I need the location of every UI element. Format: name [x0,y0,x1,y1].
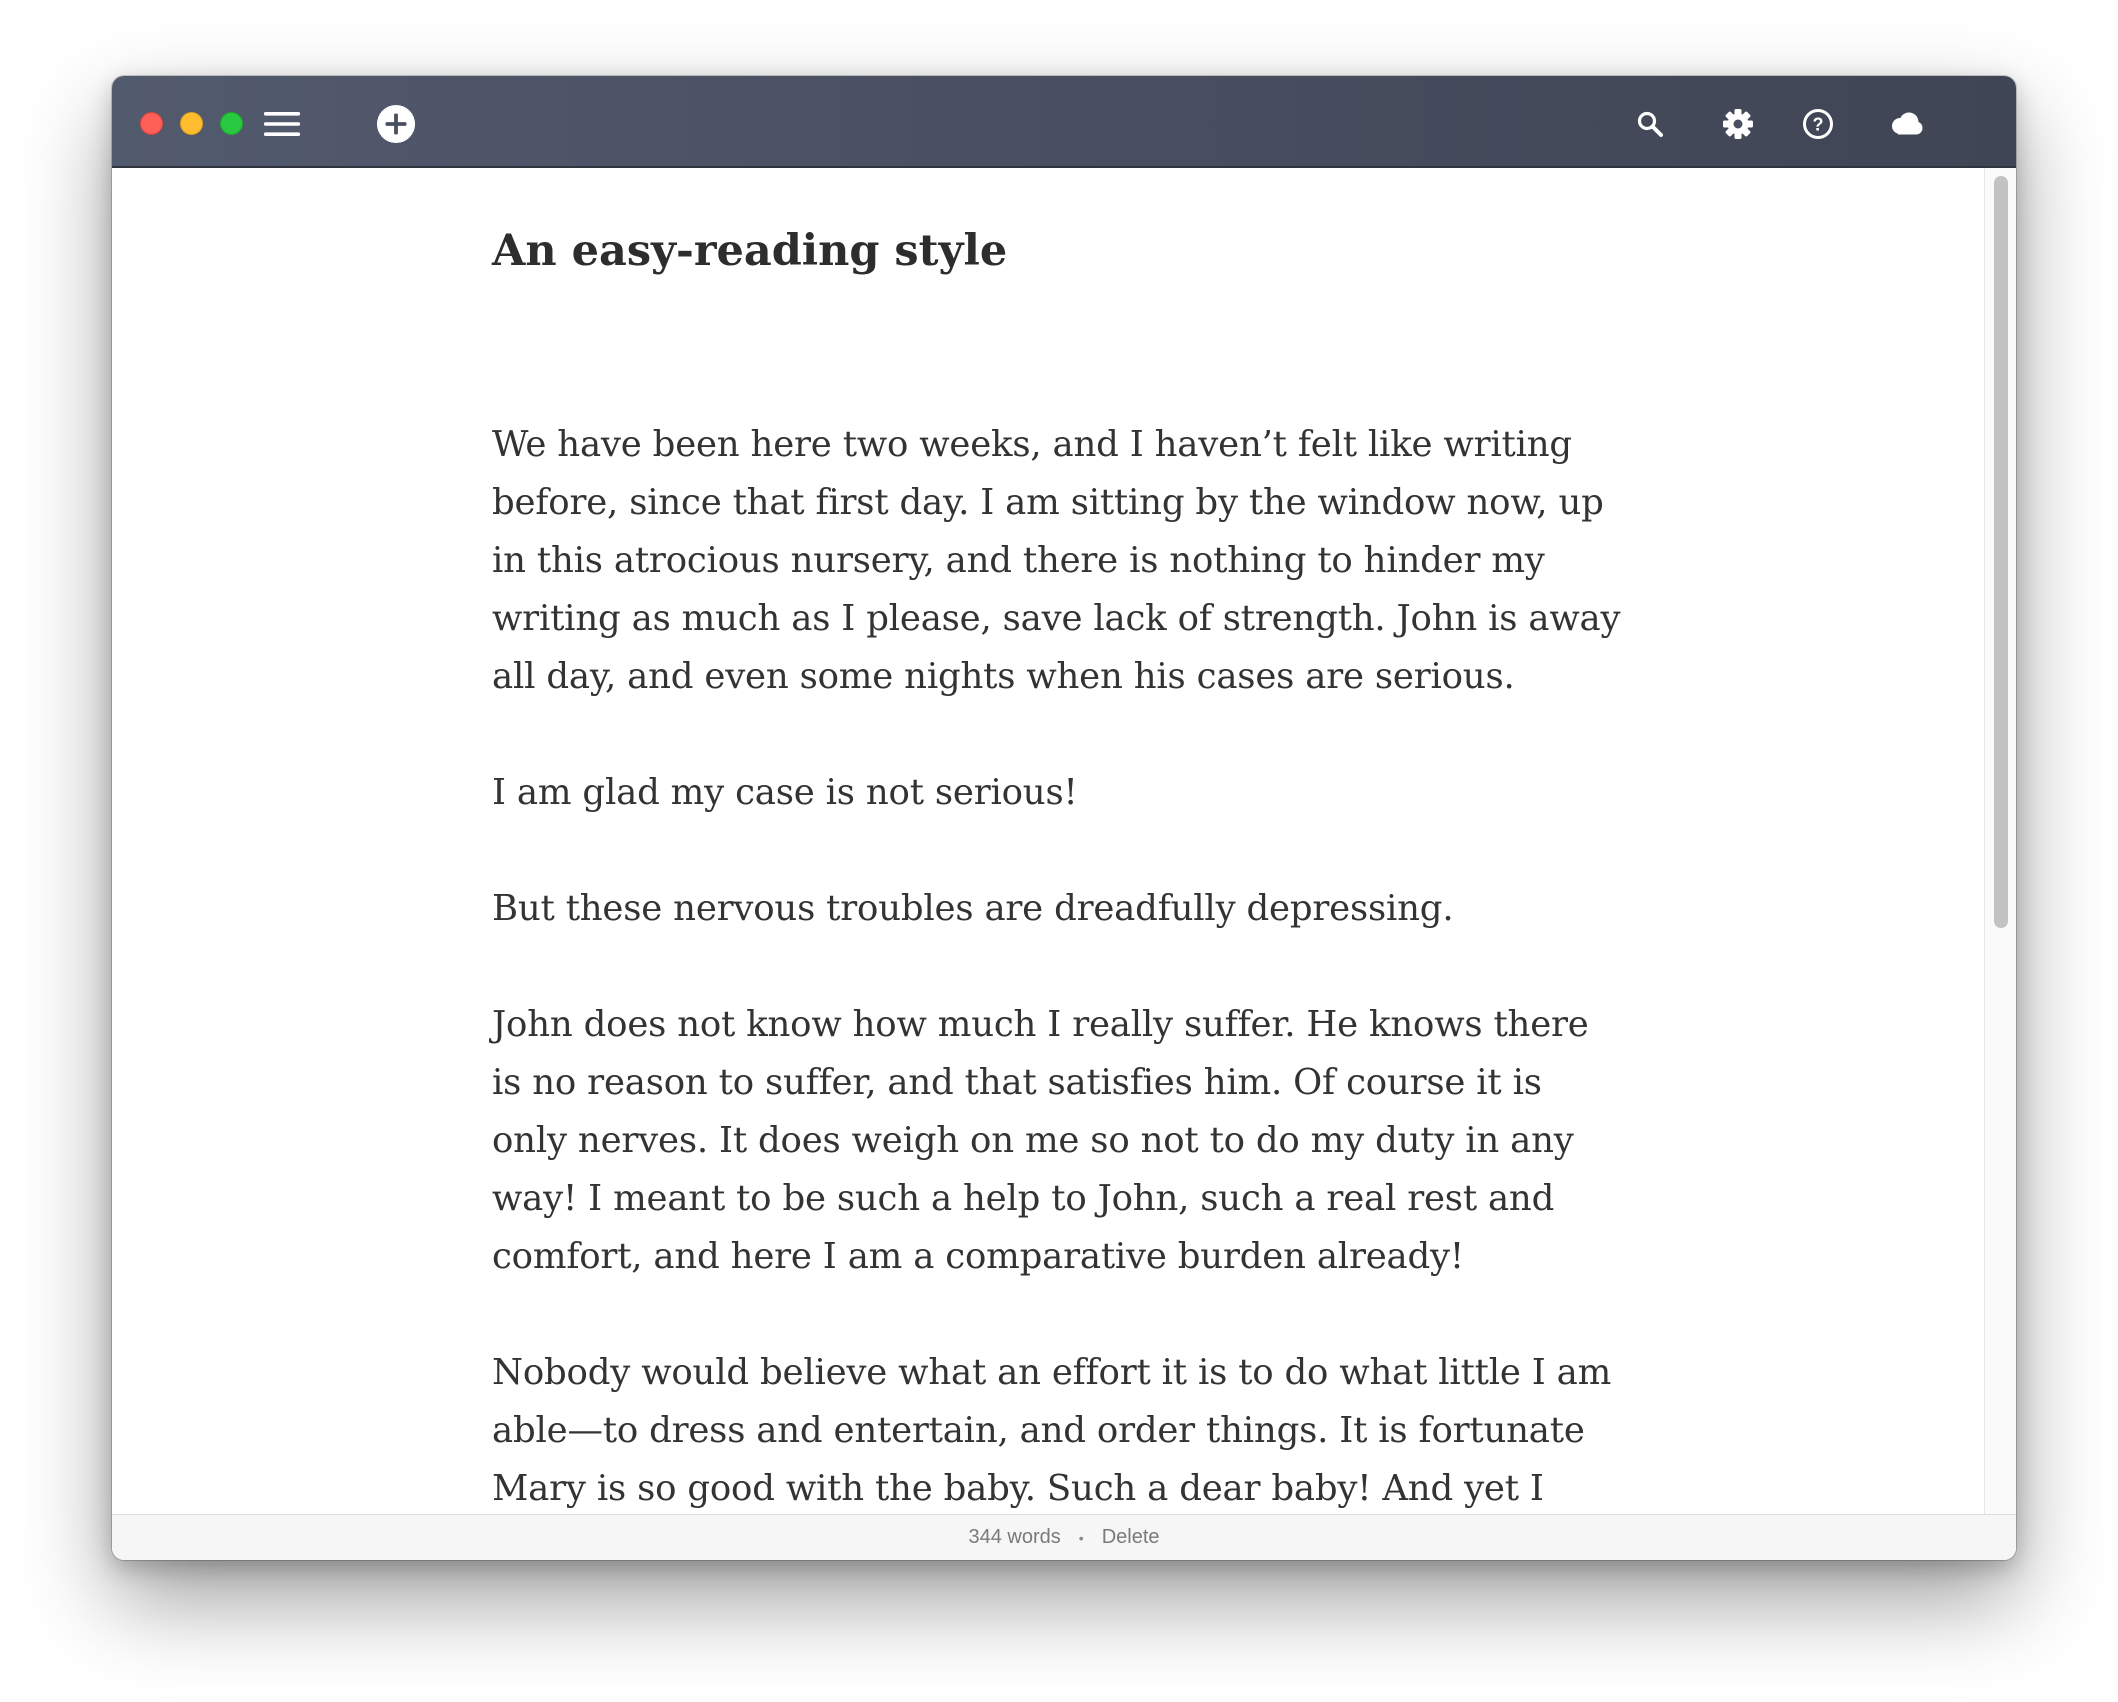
add-icon[interactable] [376,104,416,144]
svg-text:?: ? [1813,115,1824,135]
editor-area[interactable]: An easy-reading style We have been here … [112,168,1984,1514]
paragraph[interactable]: But these nervous troubles are dreadfull… [492,880,1622,938]
scrollbar-thumb[interactable] [1994,176,2008,928]
search-icon[interactable] [1630,104,1670,144]
delete-button[interactable]: Delete [1102,1526,1160,1549]
zoom-window-button[interactable] [220,112,243,135]
paragraph[interactable]: John does not know how much I really suf… [492,996,1622,1286]
menu-icon[interactable] [262,104,302,144]
paragraph[interactable]: We have been here two weeks, and I haven… [492,416,1622,706]
gear-icon[interactable] [1718,104,1758,144]
title-bar: ? [112,76,2016,168]
vertical-scrollbar[interactable] [1984,168,2016,1514]
paragraph[interactable]: I am glad my case is not serious! [492,764,1622,822]
document-heading[interactable]: An easy-reading style [492,226,1007,278]
app-window: ? An easy-reading style We have been her… [112,76,2016,1560]
separator-dot: • [1078,1529,1084,1546]
help-icon[interactable]: ? [1798,104,1838,144]
status-bar: 344 words • Delete [112,1514,2016,1560]
word-count: 344 words [968,1526,1061,1548]
paragraph[interactable]: Nobody would believe what an effort it i… [492,1344,1622,1514]
minimize-window-button[interactable] [180,112,203,135]
cloud-icon[interactable] [1886,104,1926,144]
close-window-button[interactable] [140,112,163,135]
